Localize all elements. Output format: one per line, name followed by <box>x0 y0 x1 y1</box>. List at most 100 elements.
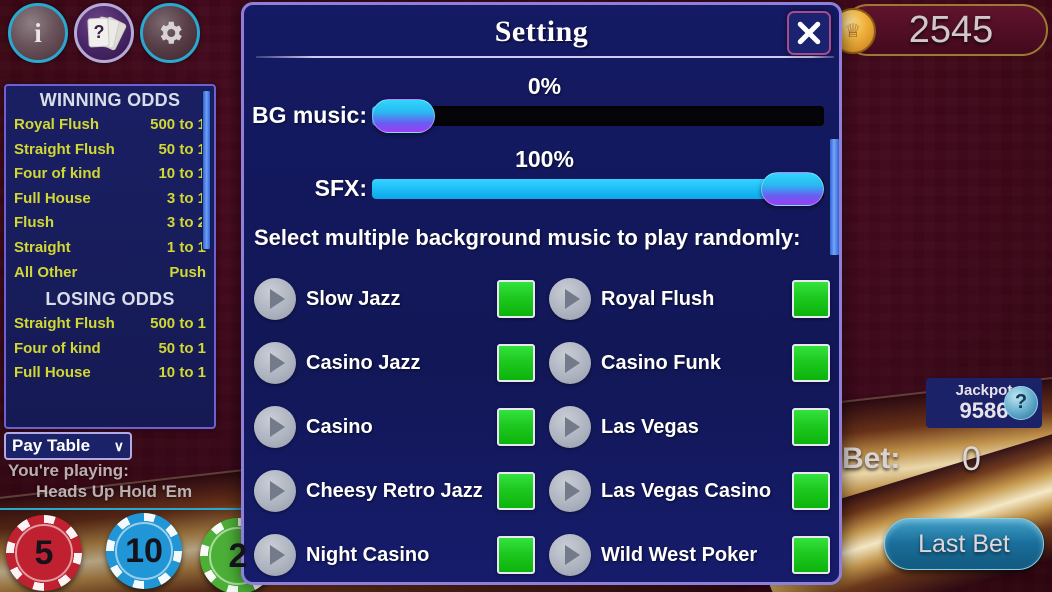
info-glyph: i <box>34 17 42 48</box>
losing-odds-header: LOSING ODDS <box>45 289 175 310</box>
table-row: Four of kind 10 to 1 <box>6 162 214 187</box>
music-enable-checkbox[interactable] <box>792 408 830 446</box>
play-triangle-glyph <box>269 545 285 565</box>
odds-scrollbar[interactable] <box>202 90 211 250</box>
hand-payout: 50 to 1 <box>158 140 206 158</box>
last-bet-button[interactable]: Last Bet <box>884 518 1044 570</box>
bg-music-slider-handle[interactable] <box>372 98 435 133</box>
table-row: Four of kind 50 to 1 <box>6 337 214 362</box>
play-icon[interactable] <box>254 534 296 576</box>
play-icon[interactable] <box>549 406 591 448</box>
play-triangle-glyph <box>564 481 580 501</box>
playing-line-2: Heads Up Hold 'Em <box>36 482 193 501</box>
music-enable-checkbox[interactable] <box>497 344 535 382</box>
table-row: Royal Flush 500 to 1 <box>6 113 214 138</box>
hand-payout: 10 to 1 <box>158 364 206 382</box>
music-track-name: Casino Funk <box>601 351 722 374</box>
settings-dialog: Setting 0% BG music: 100% SFX: Select mu… <box>241 2 842 585</box>
table-row: Full House 3 to 1 <box>6 187 214 212</box>
winning-odds-rows: Royal Flush 500 to 1 Straight Flush 50 t… <box>6 113 214 285</box>
list-item[interactable]: Las Vegas Casino <box>545 459 839 523</box>
music-enable-checkbox[interactable] <box>792 280 830 318</box>
music-track-name: Night Casino <box>306 543 430 566</box>
chevron-down-icon: ∨ <box>113 438 124 454</box>
dialog-scrollbar[interactable] <box>829 138 839 256</box>
bg-music-label: BG music: <box>251 102 367 128</box>
play-triangle-glyph <box>564 417 580 437</box>
list-item[interactable]: Night Casino <box>250 523 545 582</box>
sfx-slider-row: SFX: <box>244 171 839 206</box>
dialog-title: Setting <box>494 15 589 48</box>
play-triangle-glyph <box>564 353 580 373</box>
hand-name: Straight <box>14 238 71 256</box>
sfx-slider-handle[interactable] <box>761 171 824 206</box>
hand-name: Full House <box>14 364 91 382</box>
odds-panel[interactable]: WINNING ODDS Royal Flush 500 to 1 Straig… <box>4 84 216 429</box>
pay-table-dropdown[interactable]: Pay Table ∨ <box>4 432 132 460</box>
hand-name: Four of kind <box>14 339 101 357</box>
list-item[interactable]: Royal Flush <box>545 267 839 331</box>
play-triangle-glyph <box>564 545 580 565</box>
list-item[interactable]: Casino Funk <box>545 331 839 395</box>
sfx-slider-block: 100% SFX: <box>244 146 839 206</box>
bg-music-slider-row: BG music: <box>244 98 839 133</box>
bet-label: Bet: <box>842 442 901 475</box>
play-icon[interactable] <box>254 470 296 512</box>
play-triangle-glyph <box>564 289 580 309</box>
hand-name: Flush <box>14 214 54 232</box>
help-cards-icon[interactable]: ? <box>74 3 134 63</box>
bg-music-percent: 0% <box>527 73 562 99</box>
play-icon[interactable] <box>549 342 591 384</box>
music-track-name: Casino <box>306 415 373 438</box>
list-item[interactable]: Casino <box>250 395 545 459</box>
losing-odds-rows: Straight Flush 500 to 1 Four of kind 50 … <box>6 312 214 386</box>
play-triangle-glyph <box>269 417 285 437</box>
play-icon[interactable] <box>254 278 296 320</box>
music-enable-checkbox[interactable] <box>792 472 830 510</box>
list-item[interactable]: Cheesy Retro Jazz <box>250 459 545 523</box>
list-item[interactable]: Casino Jazz <box>250 331 545 395</box>
sfx-slider[interactable] <box>372 171 824 206</box>
hand-payout: 1 to 1 <box>166 238 206 256</box>
select-music-label: Select multiple background music to play… <box>254 225 801 250</box>
table-row: Straight Flush 50 to 1 <box>6 138 214 163</box>
chip-value: 5 <box>34 533 54 572</box>
music-enable-checkbox[interactable] <box>792 536 830 574</box>
music-enable-checkbox[interactable] <box>792 344 830 382</box>
info-icon[interactable]: i <box>8 3 68 63</box>
music-enable-checkbox[interactable] <box>497 472 535 510</box>
cards-glyph: ? <box>87 15 128 52</box>
bg-music-slider[interactable] <box>372 98 824 133</box>
hand-name: Full House <box>14 189 91 207</box>
jackpot-value: 9586 <box>959 398 1009 424</box>
music-enable-checkbox[interactable] <box>497 408 535 446</box>
play-icon[interactable] <box>549 534 591 576</box>
list-item[interactable]: Slow Jazz <box>250 267 545 331</box>
chip-value: 2 <box>228 536 248 575</box>
music-enable-checkbox[interactable] <box>497 536 535 574</box>
play-icon[interactable] <box>254 342 296 384</box>
play-icon[interactable] <box>254 406 296 448</box>
playing-line-1: You're playing: <box>8 461 129 480</box>
title-divider <box>256 56 834 58</box>
play-triangle-glyph <box>269 481 285 501</box>
close-button[interactable] <box>787 11 831 55</box>
jackpot-help-icon[interactable]: ? <box>1004 386 1038 420</box>
now-playing-text: You're playing: Heads Up Hold 'Em <box>8 460 238 502</box>
chip-5[interactable]: 5 <box>6 515 82 591</box>
list-item[interactable]: Wild West Poker <box>545 523 839 582</box>
sfx-percent: 100% <box>515 146 574 172</box>
music-enable-checkbox[interactable] <box>497 280 535 318</box>
list-item[interactable]: Las Vegas <box>545 395 839 459</box>
play-icon[interactable] <box>549 470 591 512</box>
hand-payout: 3 to 1 <box>166 189 206 207</box>
gear-icon[interactable] <box>140 3 200 63</box>
play-icon[interactable] <box>549 278 591 320</box>
hand-name: All Other <box>14 263 78 281</box>
chip-tray: 5 10 2 <box>0 508 276 592</box>
hand-name: Royal Flush <box>14 116 100 133</box>
music-track-name: Slow Jazz <box>306 287 401 310</box>
chip-10[interactable]: 10 <box>106 513 182 589</box>
hand-payout: 10 to 1 <box>158 165 206 183</box>
table-row: Full House 10 to 1 <box>6 361 214 386</box>
